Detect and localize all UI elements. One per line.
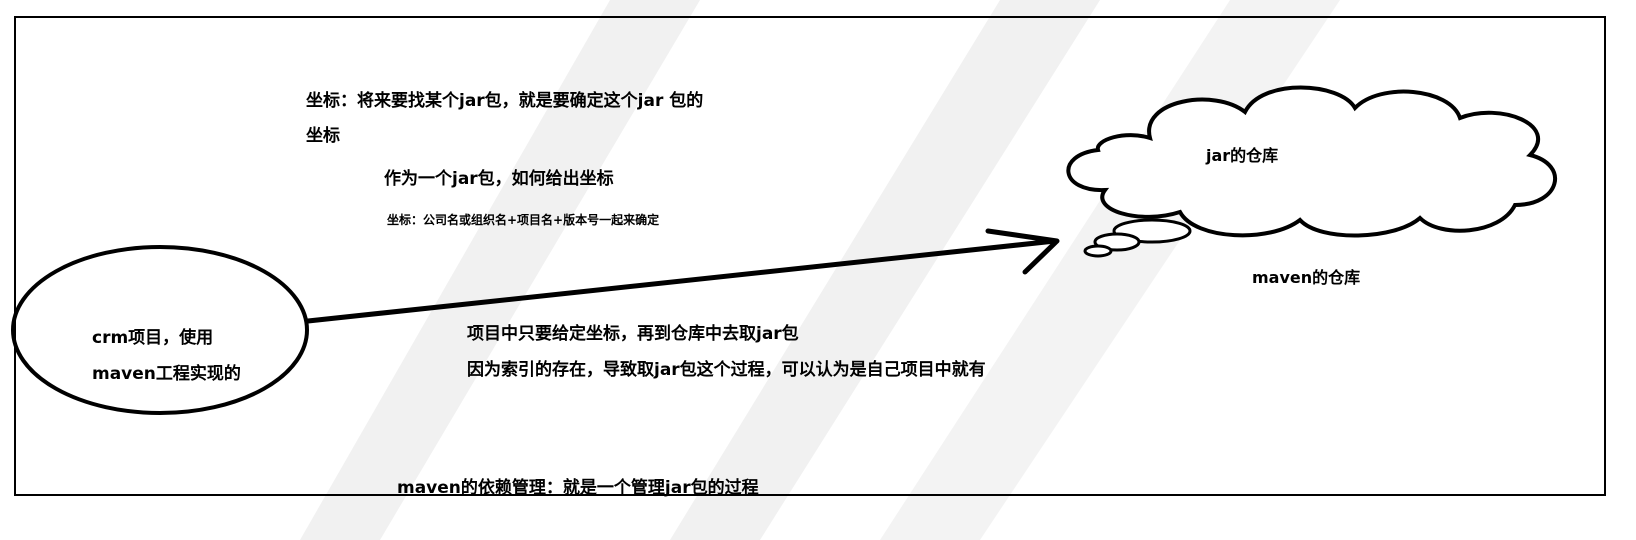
thought-bubble — [1083, 244, 1113, 258]
how-to-give-coordinate-text: 作为一个jar包，如何给出坐标 — [384, 169, 614, 189]
project-label-line1: crm项目，使用 — [92, 328, 214, 348]
arrow-text-line1: 项目中只要给定坐标，再到仓库中去取jar包 — [467, 324, 799, 344]
coordinate-text-line2: 坐标 — [306, 126, 340, 146]
diagram-drawing — [11, 85, 1558, 415]
cloud-shape — [1066, 85, 1558, 238]
project-label-line2: maven工程实现的 — [92, 364, 241, 384]
arrow-shaft — [305, 238, 1058, 324]
coordinate-detail-text: 坐标：公司名或组织名+项目名+版本号一起来确定 — [387, 213, 660, 227]
arrow-head — [985, 228, 1060, 275]
repo-label: maven的仓库 — [1252, 268, 1361, 287]
footer-text: maven的依赖管理：就是一个管理jar包的过程 — [397, 478, 759, 498]
arrow-text-line2: 因为索引的存在，导致取jar包这个过程，可以认为是自己项目中就有 — [467, 360, 986, 380]
cloud-label: jar的仓库 — [1206, 146, 1279, 165]
coordinate-text-line1: 坐标：将来要找某个jar包，就是要确定这个jar 包的 — [306, 91, 704, 111]
